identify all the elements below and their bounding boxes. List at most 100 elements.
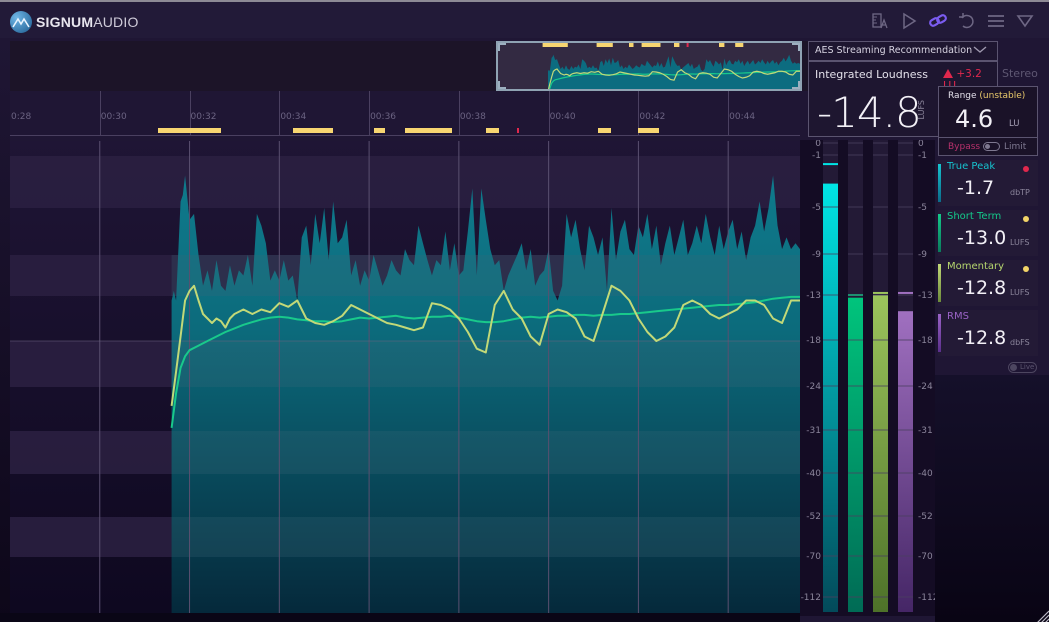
warning-up-triangle-icon (943, 69, 953, 78)
bypass-label[interactable]: Bypass (948, 142, 980, 152)
window-handle-bottom-right[interactable] (792, 81, 800, 89)
timeline-tick-label: 00:32 (190, 112, 217, 122)
preset-label: AES Streaming Recommendation (815, 45, 973, 56)
signum-logo-icon (10, 11, 32, 33)
momentary-readout: Momentary -12.8 LUFS (938, 260, 1038, 306)
timeline-ruler[interactable]: 0:28 00:30 00:32 00:34 00:36 00:38 00:40 00:42 0… (10, 91, 800, 136)
integrated-loudness-value: -14.8 (817, 88, 922, 137)
true-peak-readout: True Peak -1.7 dbTP (938, 160, 1038, 206)
timeline-tick-label: 00:36 (370, 112, 397, 122)
meter-scale-label: -18 (918, 336, 933, 346)
overview-marker (735, 43, 744, 47)
resize-grip-icon (1037, 610, 1049, 622)
loudness-warning-marker[interactable] (158, 128, 195, 133)
meter-scale-label: -40 (918, 469, 933, 479)
timeline-gridline (728, 91, 730, 136)
toolbar (870, 11, 1035, 31)
meter-scale-label: -52 (918, 512, 933, 522)
over-limit-marker[interactable] (517, 128, 520, 133)
loudness-warning-marker[interactable] (405, 128, 453, 133)
overview-mini-graph (498, 43, 800, 89)
meter-scale-label: -24 (918, 382, 933, 392)
overview-marker (686, 43, 689, 47)
loudness-warning-marker[interactable] (194, 128, 221, 133)
loudness-warning-marker[interactable] (292, 128, 334, 133)
timeline-tick-label: 00:42 (639, 112, 666, 122)
meter-scale-label: -70 (806, 552, 821, 562)
short-term-readout: Short Term -13.0 LUFS (938, 210, 1038, 256)
resize-handle[interactable] (1035, 608, 1049, 622)
menu-icon[interactable] (986, 11, 1006, 31)
window-handle-top-right[interactable] (792, 43, 800, 51)
meter-scale-label: -40 (806, 469, 821, 479)
meter-scale-label: -52 (806, 512, 821, 522)
window-handle-bottom-left[interactable] (498, 81, 506, 89)
loudness-warning-marker[interactable] (373, 128, 385, 133)
overview-marker (719, 43, 725, 47)
channel-mode-label[interactable]: Stereo (1002, 67, 1038, 80)
dropdown-triangle-icon[interactable] (1015, 11, 1035, 31)
preset-dropdown[interactable]: AES Streaming Recommendation (808, 41, 998, 61)
overview-marker (674, 43, 680, 47)
rms-value: -12.8 (957, 327, 1007, 349)
rms-meter-level (898, 311, 913, 612)
range-label-row: Range (unstable) (948, 91, 1025, 101)
momentary-peak-hold (873, 291, 888, 294)
meter-scale-label: -18 (806, 336, 821, 346)
meter-bars: 0 0 -1 -1 -5 -5 -9 -9 -13 -13 -18 -18 -24 -24 -31 -31 -4… (801, 139, 938, 612)
ruler-text-icon[interactable] (870, 11, 890, 31)
area-band-highlight (171, 431, 800, 474)
brand-name-bold: SIGNUM (36, 14, 94, 30)
loudness-history-graph[interactable] (10, 141, 800, 613)
loudness-warning-marker[interactable] (485, 128, 500, 133)
meter-scale-label: 0 (815, 140, 821, 149)
short-term-value: -13.0 (957, 227, 1007, 249)
meter-scale-label: -5 (812, 203, 821, 213)
play-icon[interactable] (899, 11, 919, 31)
timeline-tick-label: 00:30 (100, 112, 127, 122)
integrated-loudness-unit: LUFS (917, 100, 926, 120)
loudness-warning-marker[interactable] (638, 128, 659, 133)
timeline-gridline (548, 91, 550, 136)
meter-scale-label: -1 (918, 151, 927, 161)
true-peak-peak-hold (823, 163, 838, 166)
loudness-range-panel: Range (unstable) 4.6 LU Bypass Limit (938, 86, 1038, 156)
area-band-highlight (171, 517, 800, 557)
limit-label[interactable]: Limit (1004, 142, 1026, 152)
range-value: 4.6 (955, 105, 994, 133)
link-icon[interactable] (928, 11, 948, 31)
timeline-gridline (99, 91, 101, 136)
bypass-limit-toggle[interactable] (983, 142, 1000, 151)
true-peak-color-bar (938, 164, 941, 202)
timeline-baseline (10, 135, 800, 136)
undo-icon[interactable] (957, 11, 977, 31)
overview-visible-window[interactable] (496, 41, 802, 91)
momentary-indicator-dot (1023, 266, 1029, 272)
timeline-gridline (369, 91, 371, 136)
window-handle-top-left[interactable] (498, 43, 506, 51)
brand-logo: SIGNUMAUDIO (10, 11, 139, 33)
rms-unit: dbFS (1010, 338, 1030, 347)
overview-marker (641, 43, 661, 47)
brand-name: SIGNUMAUDIO (36, 14, 139, 30)
loudness-warning-marker[interactable] (598, 128, 612, 133)
meter-scale-label: -9 (918, 250, 927, 260)
true-peak-indicator-dot (1023, 166, 1029, 172)
title-bar: SIGNUMAUDIO (0, 0, 1049, 38)
meter-scale-label: -5 (918, 203, 927, 213)
live-toggle[interactable]: Live (1008, 362, 1037, 373)
meter-scale-label: -24 (806, 382, 821, 392)
rms-label: RMS (947, 311, 969, 322)
timeline-tick-label: 00:40 (549, 112, 576, 122)
meter-scale-label: -1 (812, 151, 821, 161)
true-peak-label: True Peak (947, 161, 996, 172)
overview-marker (557, 43, 568, 47)
short-term-indicator-dot (1023, 216, 1029, 222)
rms-peak-hold (898, 291, 913, 294)
overview-strip[interactable] (10, 41, 810, 91)
meter-scale-label: -13 (918, 291, 933, 301)
rms-color-bar (938, 314, 941, 352)
momentary-label: Momentary (947, 261, 1005, 272)
overview-marker (542, 43, 557, 47)
overview-marker (629, 43, 634, 47)
